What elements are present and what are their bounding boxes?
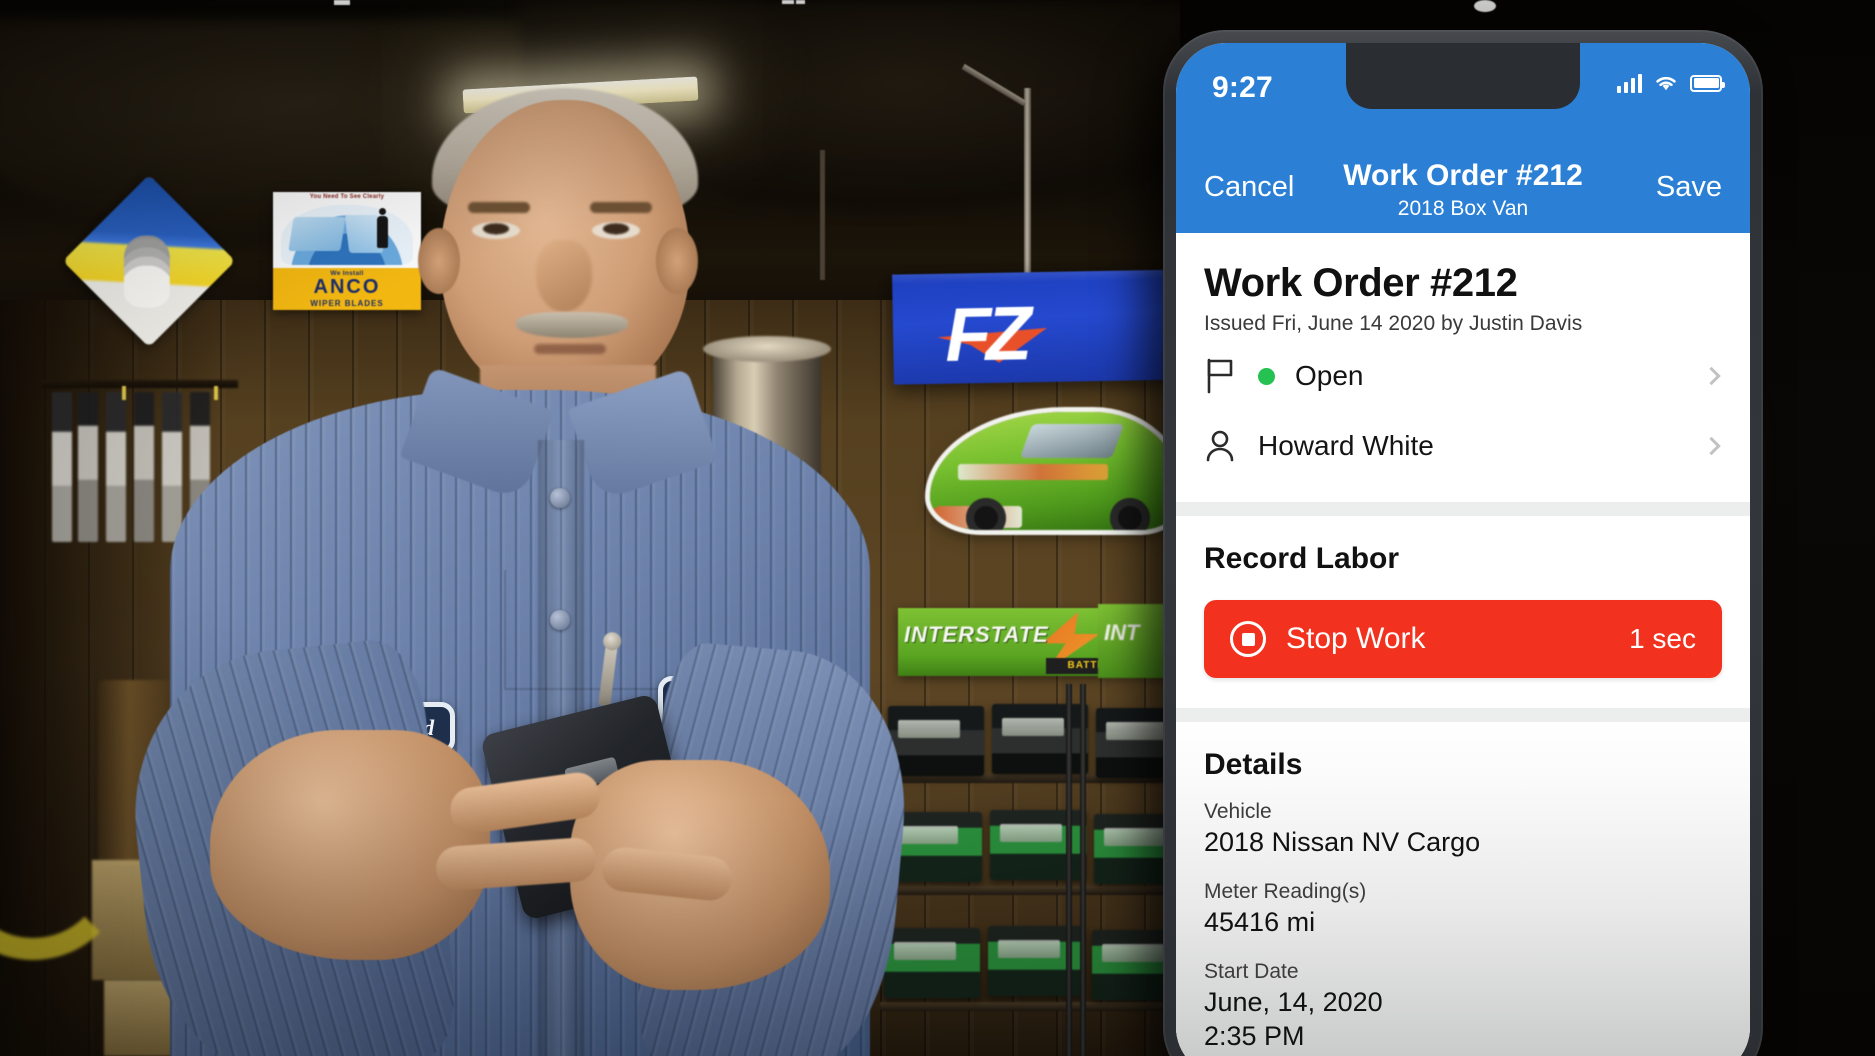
person-icon [1204,428,1258,464]
wifi-icon [1656,76,1676,91]
detail-value: June, 14, 2020 [1204,987,1383,1017]
section-divider [1176,502,1750,516]
phone-mockup: 9:27 Cancel Work Order #212 2018 Box Van… [1163,30,1763,1056]
top-edge-text-fragment [334,0,350,5]
status-bar-clock: 9:27 [1212,71,1273,104]
chevron-right-icon [1702,366,1721,386]
nav-bar: Cancel Work Order #212 2018 Box Van Save [1176,155,1750,233]
work-order-header-card: Work Order #212 Issued Fri, June 14 2020… [1176,233,1750,502]
screenshot-root: You Need To See Clearly We Install ANCO … [0,0,1875,1056]
save-button[interactable]: Save [1656,171,1722,204]
stop-work-label: Stop Work [1286,622,1426,655]
status-badge-dot [1258,367,1275,385]
detail-value-time: 2:35 PM [1204,1021,1305,1051]
assignee-row[interactable]: Howard White [1204,416,1722,476]
detail-label: Meter Reading(s) [1204,880,1367,903]
flag-icon [1204,358,1258,394]
issued-by-text: Issued Fri, June 14 2020 by Justin Davis [1204,312,1583,335]
page-title: Work Order #212 [1204,261,1518,305]
record-labor-heading: Record Labor [1204,542,1400,575]
detail-label: Start Date [1204,960,1299,983]
chevron-right-icon [1702,436,1721,456]
section-divider [1176,708,1750,722]
assignee-name: Howard White [1258,430,1434,461]
elapsed-time: 1 sec [1629,623,1696,654]
detail-field-meter-reading: Meter Reading(s) 45416 mi [1204,880,1722,938]
record-labor-card: Record Labor Stop Work 1 sec [1176,516,1750,708]
content-scroll-area[interactable]: Work Order #212 Issued Fri, June 14 2020… [1176,233,1750,1056]
phone-screen: 9:27 Cancel Work Order #212 2018 Box Van… [1176,43,1750,1056]
battery-icon [1690,74,1725,92]
status-row[interactable]: Open [1204,346,1722,406]
detail-value: 45416 mi [1204,907,1316,937]
stop-work-button[interactable]: Stop Work 1 sec [1204,600,1722,678]
detail-field-start-date: Start Date June, 14, 2020 2:35 PM [1204,960,1722,1052]
detail-value: 2018 Nissan NV Cargo [1204,827,1481,857]
cellular-signal-icon [1617,73,1642,93]
detail-label: Vehicle [1204,800,1272,823]
top-edge-circle-fragment [1474,0,1496,12]
detail-field-vehicle: Vehicle 2018 Nissan NV Cargo [1204,800,1722,858]
top-edge-text-fragment [796,0,805,4]
status-bar-indicators [1617,73,1725,93]
status-label: Open [1295,360,1364,391]
phone-notch [1346,43,1580,109]
details-heading: Details [1204,748,1303,781]
stop-record-icon [1230,621,1266,657]
details-card: Details Vehicle 2018 Nissan NV Cargo Met… [1176,722,1750,1056]
top-edge-text-fragment [782,0,794,4]
